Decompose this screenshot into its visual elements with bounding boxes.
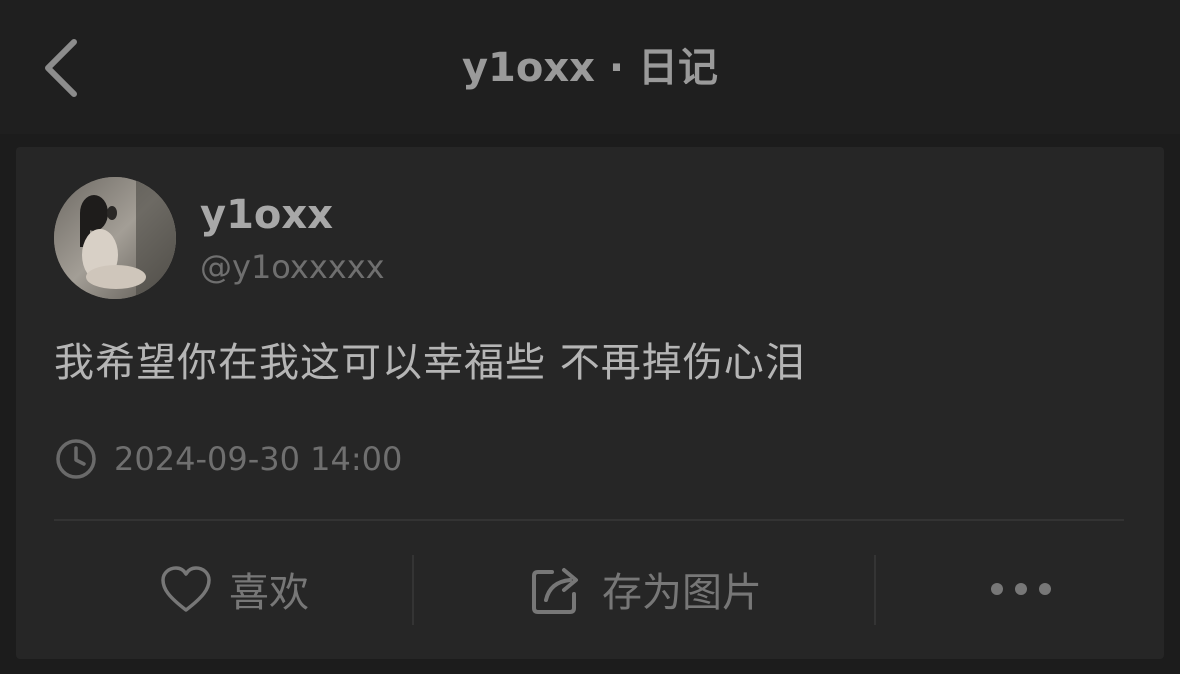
action-bar: 喜欢 存为图片: [16, 543, 1164, 635]
save-as-image-label: 存为图片: [602, 570, 762, 616]
like-label: 喜欢: [229, 570, 309, 616]
share-image-icon: [532, 568, 578, 614]
timestamp: 2024-09-30 14:00: [114, 440, 403, 478]
avatar-image: [54, 177, 176, 299]
post-card: y1oxx @y1oxxxxx 我希望你在我这可以幸福些 不再掉伤心泪 2024…: [16, 147, 1164, 659]
save-as-image-button[interactable]: 存为图片: [414, 543, 876, 635]
username[interactable]: y1oxx: [200, 189, 333, 241]
more-horizontal-icon: [991, 583, 1051, 595]
post-text: 我希望你在我这可以幸福些 不再掉伤心泪: [54, 340, 806, 386]
header-bar: y1oxx · 日记: [0, 0, 1180, 134]
more-button[interactable]: [876, 543, 1166, 635]
like-button[interactable]: 喜欢: [54, 543, 414, 635]
timestamp-row: 2024-09-30 14:00: [54, 435, 402, 483]
avatar[interactable]: [54, 177, 176, 299]
divider: [54, 519, 1124, 521]
user-handle: @y1oxxxxx: [200, 248, 385, 286]
heart-icon: [161, 566, 211, 612]
clock-icon: [56, 439, 96, 479]
page-title: y1oxx · 日记: [461, 45, 719, 91]
